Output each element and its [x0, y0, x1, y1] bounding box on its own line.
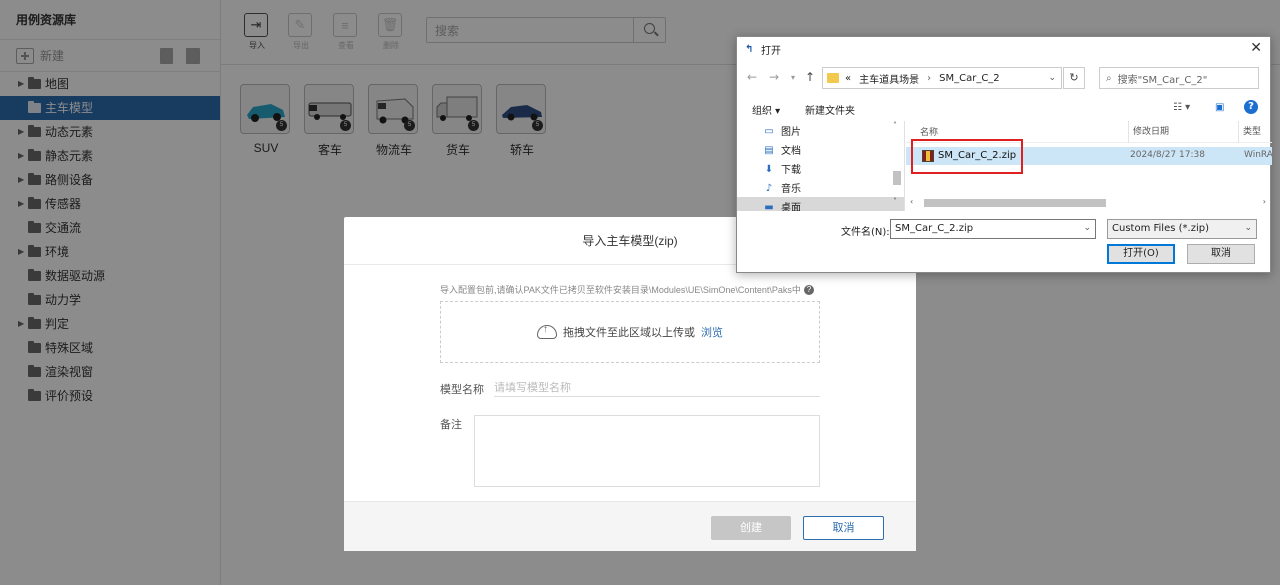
filetype-value: Custom Files (*.zip) [1112, 223, 1209, 234]
new-folder-button[interactable]: 新建文件夹 [805, 102, 855, 117]
nav-item-label: 下载 [781, 165, 801, 176]
forward-arrow-icon[interactable]: → [769, 70, 779, 84]
scroll-down-icon[interactable]: ˅ [893, 197, 897, 206]
navigation-pane: ▭ 图片 ▤ 文档 ⬇ 下载 ♪ 音乐 ▬ 桌面 [737, 121, 905, 211]
window-titlebar: ↰ 打开 [737, 37, 1270, 61]
filename-input[interactable]: SM_Car_C_2.zip ⌄ [890, 219, 1096, 239]
file-date: 2024/8/27 17:38 [1130, 150, 1205, 160]
folder-icon [827, 73, 839, 83]
recent-chevron-icon[interactable]: ▾ [791, 73, 795, 82]
create-button[interactable]: 创建 [711, 516, 791, 540]
breadcrumb-item[interactable]: SM_Car_C_2 [939, 73, 1000, 84]
dropzone-text: 拖拽文件至此区域以上传或 [563, 327, 695, 339]
desktop-icon: ▬ [764, 201, 774, 212]
folder-search-input[interactable]: 搜索"SM_Car_C_2" [1118, 71, 1208, 86]
scroll-up-icon[interactable]: ˄ [893, 121, 897, 130]
window-title: 打开 [761, 45, 781, 57]
chevron-down-icon[interactable]: ⌄ [1244, 223, 1252, 233]
import-hint: 导入配置包前,请确认PAK文件已拷贝至软件安装目录\Modules\UE\Sim… [440, 283, 814, 296]
cancel-button[interactable]: 取消 [803, 516, 884, 540]
nav-item-pictures[interactable]: ▭ 图片 [737, 121, 904, 140]
dialog-footer: 创建 取消 [344, 501, 916, 551]
file-list-scrollbar[interactable]: ‹ › [906, 197, 1272, 209]
scroll-thumb[interactable] [924, 199, 1106, 207]
breadcrumb-separator-icon: › [927, 72, 932, 84]
pictures-icon: ▭ [764, 125, 774, 137]
organize-button[interactable]: 组织 ▾ [752, 102, 780, 117]
music-icon: ♪ [765, 182, 773, 194]
column-header-type[interactable]: 类型 [1238, 121, 1261, 143]
scroll-left-icon[interactable]: ‹ [910, 197, 913, 206]
chevron-down-icon[interactable]: ⌄ [1083, 223, 1091, 233]
nav-item-downloads[interactable]: ⬇ 下载 [737, 159, 904, 178]
help-icon[interactable]: ? [803, 284, 814, 295]
breadcrumb-prefix[interactable]: « [845, 73, 851, 84]
downloads-icon: ⬇ [764, 163, 774, 175]
address-row: ← → ▾ ↑ « 主车道具场景 › SM_Car_C_2 ⌄ ↻ ⌕ 搜索"S… [737, 65, 1272, 91]
up-arrow-icon[interactable]: ↑ [805, 70, 815, 84]
close-icon[interactable]: ✕ [1250, 40, 1262, 56]
help-icon[interactable]: ? [1244, 100, 1258, 114]
nav-item-label: 文档 [781, 146, 801, 157]
nav-item-label: 桌面 [781, 203, 801, 211]
nav-item-music[interactable]: ♪ 音乐 [737, 178, 904, 197]
open-button[interactable]: 打开(O) [1107, 244, 1175, 264]
folder-search-box[interactable]: ⌕ 搜索"SM_Car_C_2" [1099, 67, 1259, 89]
column-header-name[interactable]: 名称 [920, 125, 938, 138]
chevron-down-icon[interactable]: ⌄ [1048, 73, 1056, 83]
file-type: WinRA [1244, 150, 1272, 160]
app-icon: ↰ [745, 44, 754, 55]
filename-label: 文件名(N): [841, 227, 890, 238]
browse-link[interactable]: 浏览 [701, 324, 723, 340]
filename-value: SM_Car_C_2.zip [895, 223, 974, 234]
column-header-date[interactable]: 修改日期 [1128, 121, 1169, 143]
nav-item-desktop[interactable]: ▬ 桌面 [737, 197, 904, 211]
refresh-button[interactable]: ↻ [1063, 67, 1085, 89]
breadcrumb-item[interactable]: 主车道具场景 [859, 71, 919, 86]
address-bar[interactable]: « 主车道具场景 › SM_Car_C_2 ⌄ [822, 67, 1062, 89]
search-icon: ⌕ [1106, 72, 1112, 84]
command-bar: 组织 ▾ 新建文件夹 ☷ ▾ ▣ ? [737, 97, 1272, 119]
scroll-right-icon[interactable]: › [1263, 197, 1266, 206]
nav-item-documents[interactable]: ▤ 文档 [737, 140, 904, 159]
nav-pane-scrollbar[interactable]: ˄ ˅ [891, 121, 903, 211]
view-options-icon[interactable]: ☷ ▾ [1173, 102, 1190, 113]
back-arrow-icon[interactable]: ← [747, 70, 757, 84]
nav-item-label: 图片 [781, 127, 801, 138]
cloud-upload-icon [537, 324, 557, 339]
documents-icon: ▤ [764, 144, 774, 156]
model-name-label: 模型名称 [440, 384, 484, 396]
dialog-cancel-button[interactable]: 取消 [1187, 244, 1255, 264]
highlight-annotation [911, 139, 1023, 174]
preview-pane-icon[interactable]: ▣ [1215, 102, 1224, 113]
remark-label: 备注 [440, 419, 462, 431]
remark-textarea[interactable] [474, 415, 820, 487]
import-hint-text: 导入配置包前,请确认PAK文件已拷贝至软件安装目录\Modules\UE\Sim… [440, 285, 801, 295]
nav-item-label: 音乐 [781, 184, 801, 195]
model-name-input[interactable]: 请填写模型名称 [494, 379, 820, 397]
scroll-thumb[interactable] [893, 171, 901, 185]
filetype-select[interactable]: Custom Files (*.zip) ⌄ [1107, 219, 1257, 239]
upload-dropzone[interactable]: 拖拽文件至此区域以上传或 浏览 [440, 301, 820, 363]
